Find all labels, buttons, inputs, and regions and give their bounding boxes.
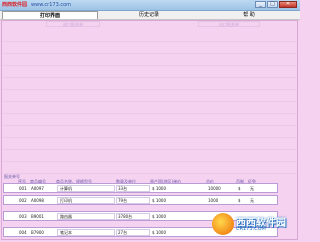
cell-currency: $ bbox=[238, 198, 241, 203]
cell-tax: 无 bbox=[250, 198, 254, 203]
form-area bbox=[3, 30, 297, 174]
cell-qty: 79台 bbox=[118, 198, 128, 203]
close-button[interactable]: ✕ bbox=[279, 1, 297, 8]
cell-unitprice: $ 1000 bbox=[152, 198, 166, 203]
maximize-icon: □ bbox=[270, 1, 275, 7]
cell-unitprice: $ 1000 bbox=[152, 230, 166, 235]
bottom-watermark-en: CR173.COM bbox=[236, 226, 266, 232]
cell-index: 001 bbox=[19, 186, 27, 191]
minimize-button[interactable]: _ bbox=[255, 1, 266, 8]
table-row[interactable]: 002 A0098 打印机 79台 $ 1000 1000 $ 无 bbox=[3, 195, 278, 205]
close-icon: ✕ bbox=[285, 1, 291, 7]
maximize-button[interactable]: □ bbox=[267, 1, 278, 8]
cell-qty: 3780台 bbox=[118, 214, 133, 219]
cell-name: 路由器 bbox=[60, 214, 72, 219]
minimize-icon: _ bbox=[259, 1, 262, 7]
cell-name: 笔记本 bbox=[60, 230, 72, 235]
export-declaration-button[interactable]: 出口报关单 bbox=[198, 21, 260, 27]
cell-code: A0097 bbox=[31, 186, 44, 191]
cell-code: A0098 bbox=[31, 198, 44, 203]
cell-total: 1000 bbox=[208, 198, 219, 203]
cell-name: 计算机 bbox=[60, 186, 72, 191]
cell-index: 002 bbox=[19, 198, 27, 203]
tab-print[interactable]: 打印界面 bbox=[2, 11, 98, 19]
tab-bar: 打印界面 历史记录 帮 助 bbox=[0, 11, 300, 20]
bottom-watermark: 西西软件园 CR173.COM bbox=[212, 212, 298, 236]
cell-unitprice: $ 1000 bbox=[152, 214, 166, 219]
site-watermark: 西西软件园 www.cr173.com bbox=[2, 1, 71, 9]
watermark-url: www.cr173.com bbox=[31, 2, 72, 8]
import-declaration-button[interactable]: 进口报关单 bbox=[46, 21, 100, 27]
cell-code: B7900 bbox=[31, 230, 44, 235]
cell-name: 打印机 bbox=[60, 198, 72, 203]
cell-index: 004 bbox=[19, 230, 27, 235]
watermark-brand: 西西软件园 bbox=[2, 2, 28, 8]
cell-tax: 无 bbox=[250, 186, 254, 191]
site-logo-icon bbox=[212, 213, 234, 235]
cell-index: 003 bbox=[19, 214, 27, 219]
cell-code: B9001 bbox=[31, 214, 44, 219]
cell-qty: 33台 bbox=[118, 186, 128, 191]
cell-currency: $ bbox=[238, 186, 241, 191]
cell-total: 10000 bbox=[208, 186, 221, 191]
title-bar: 西西软件园 www.cr173.com _ □ ✕ bbox=[0, 0, 300, 11]
tab-help[interactable]: 帮 助 bbox=[200, 11, 298, 19]
table-row[interactable]: 001 A0097 计算机 33台 $ 1000 10000 $ 无 bbox=[3, 183, 278, 193]
cell-qty: 27台 bbox=[118, 230, 128, 235]
cell-unitprice: $ 1000 bbox=[152, 186, 166, 191]
tab-history[interactable]: 历史记录 bbox=[100, 11, 198, 19]
